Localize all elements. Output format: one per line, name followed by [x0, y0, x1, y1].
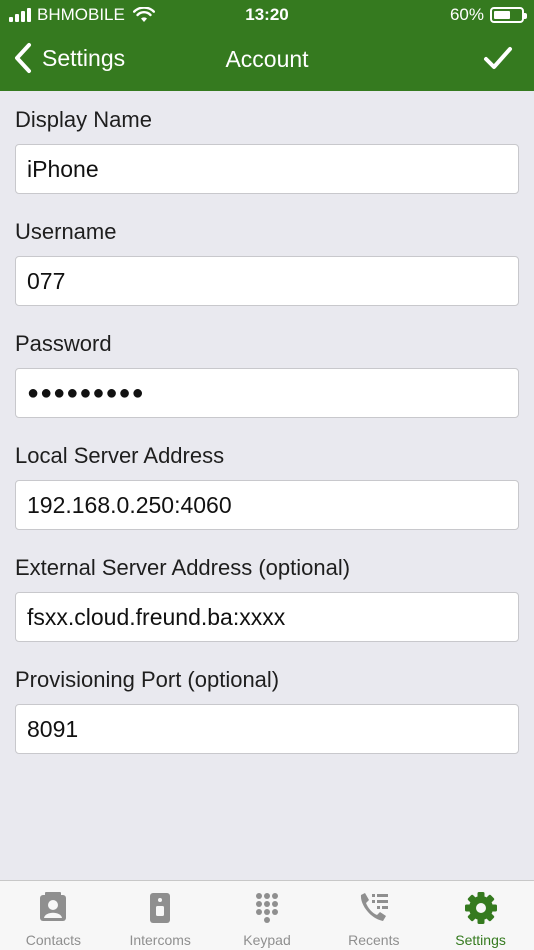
intercom-icon [150, 893, 171, 923]
header: BHMOBILE 13:20 60% Settings Account [0, 0, 534, 91]
display-name-input[interactable]: iPhone [15, 144, 519, 194]
status-bar: BHMOBILE 13:20 60% [0, 0, 534, 30]
provisioning-port-label: Provisioning Port (optional) [15, 667, 280, 692]
tab-label: Settings [455, 932, 506, 948]
gear-icon [464, 892, 497, 924]
provisioning-port-input[interactable]: 8091 [15, 704, 519, 754]
checkmark-icon[interactable] [482, 42, 514, 74]
tab-label: Keypad [243, 932, 291, 948]
tab-label: Recents [348, 932, 400, 948]
local-server-input[interactable]: 192.168.0.250:4060 [15, 480, 519, 530]
username-input[interactable]: 077 [15, 256, 519, 306]
recents-phone-icon [360, 893, 388, 921]
local-server-label: Local Server Address [15, 443, 225, 468]
navigation-bar: Settings Account [0, 36, 534, 86]
tab-recents[interactable]: Recents [320, 881, 427, 950]
battery-percent: 60% [449, 5, 484, 24]
battery-icon [490, 7, 527, 23]
tab-label: Contacts [25, 932, 82, 948]
tab-keypad[interactable]: Keypad [214, 881, 321, 950]
password-input[interactable]: ●●●●●●●●● [15, 368, 519, 418]
tab-contacts[interactable]: Contacts [0, 881, 107, 950]
external-server-input[interactable]: fsxx.cloud.freund.ba:xxxx [15, 592, 519, 642]
page-title: Account [225, 46, 309, 72]
tab-bar: Contacts Intercoms Keypad Recents Settin… [0, 880, 534, 950]
status-right: 60% [449, 5, 527, 25]
external-server-label: External Server Address (optional) [15, 555, 351, 580]
tab-intercoms[interactable]: Intercoms [107, 881, 214, 950]
display-name-label: Display Name [15, 107, 152, 132]
username-label: Username [15, 219, 117, 244]
keypad-icon [255, 893, 278, 923]
password-label: Password [15, 331, 112, 356]
tab-label: Intercoms [129, 932, 191, 948]
contact-card-icon [40, 892, 67, 921]
tab-settings[interactable]: Settings [427, 881, 534, 950]
